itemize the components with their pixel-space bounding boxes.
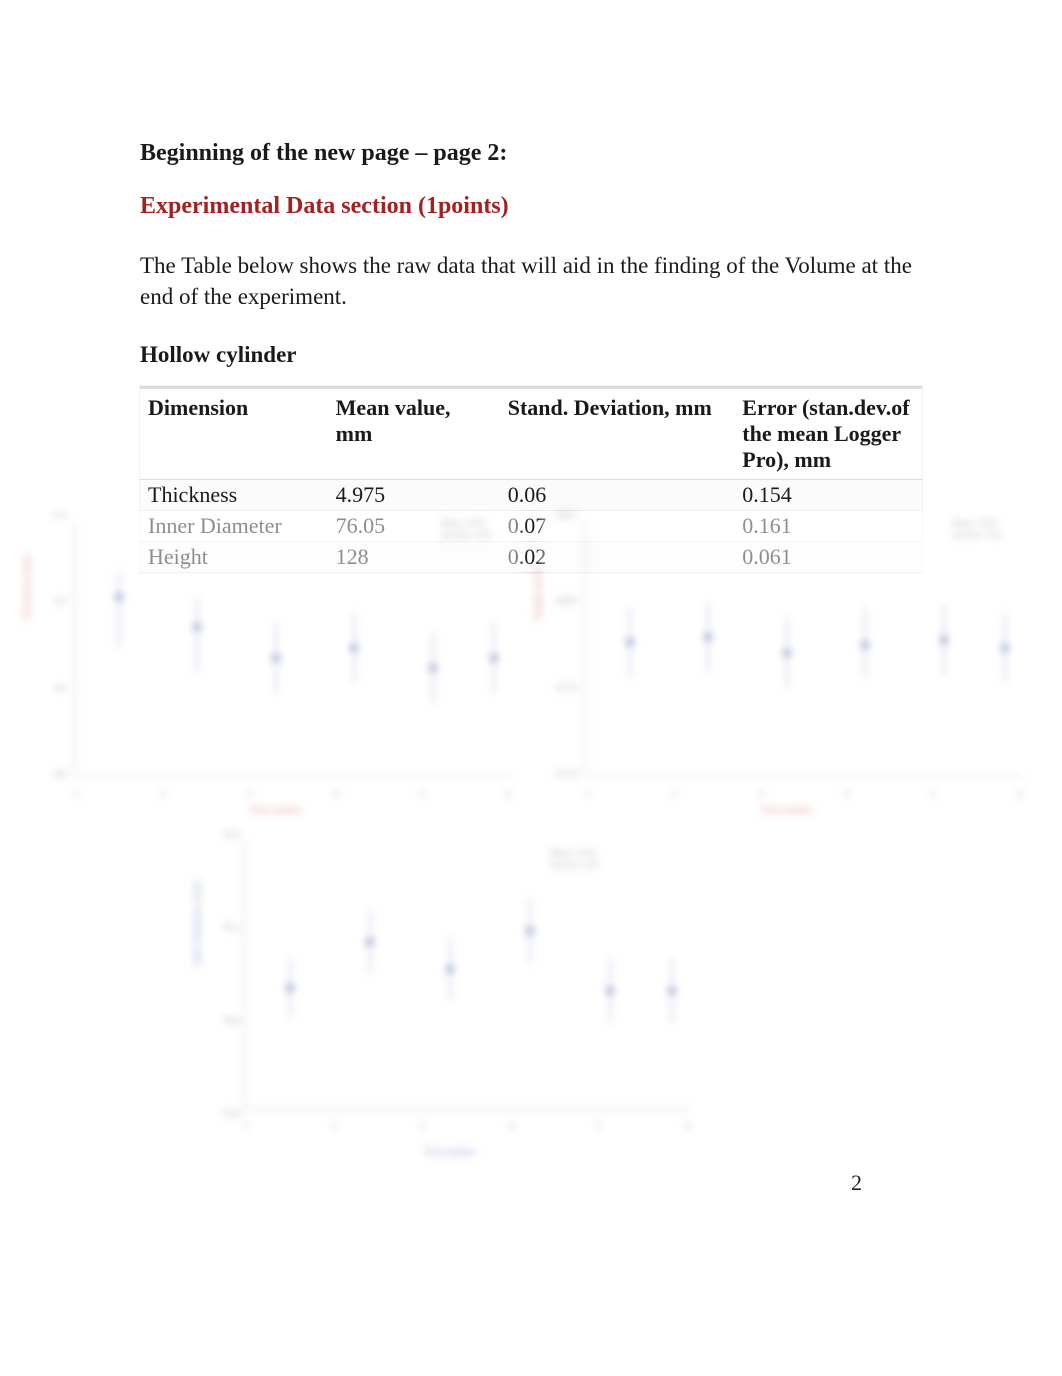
chart-legend: Mean: 128.0 Std Dev: 0.02: [952, 518, 1002, 541]
document-page: Beginning of the new page – page 2: Expe…: [0, 0, 1062, 1376]
table-row: Thickness 4.975 0.06 0.154: [140, 480, 922, 511]
chart-inner-diameter: Inner Diameter (mm) 76.376.176.075.8 123…: [200, 830, 700, 1150]
th-dimension: Dimension: [140, 388, 328, 480]
th-mean: Mean value, mm: [328, 388, 500, 480]
y-axis-ticks: 76.376.176.075.8: [200, 830, 240, 1120]
cell-dimension: Thickness: [140, 480, 328, 511]
th-error: Error (stan.dev.of the mean Logger Pro),…: [734, 388, 922, 480]
section-title: Experimental Data section (1points): [140, 193, 922, 220]
chart-legend: Mean: 4.975 Std Dev: 0.06: [441, 518, 491, 541]
xlabel: Trial number: [760, 805, 812, 816]
x-axis-ticks: 123456: [244, 1121, 690, 1132]
xlabel: Trial number: [200, 1147, 700, 1158]
chart-thickness: Thickness (mm) 5.25.04.94.8: [30, 510, 521, 810]
x-axis-ticks: 123456: [585, 789, 1022, 800]
x-axis-ticks: 123456: [74, 789, 511, 800]
plot-area: [244, 840, 690, 1110]
page-marker-heading: Beginning of the new page – page 2:: [140, 140, 922, 167]
y-axis-ticks: 5.25.04.94.8: [30, 510, 70, 780]
plot-area: [585, 520, 1022, 776]
intro-paragraph: The Table below shows the raw data that …: [140, 250, 922, 312]
th-std: Stand. Deviation, mm: [500, 388, 735, 480]
cell-mean: 4.975: [328, 480, 500, 511]
xlabel: Trial number: [249, 805, 301, 816]
cell-error: 0.154: [734, 480, 922, 511]
table-header-row: Dimension Mean value, mm Stand. Deviatio…: [140, 388, 922, 480]
plot-area: [74, 520, 511, 776]
chart-legend: Mean: 76.05 Std Dev: 0.07: [550, 848, 600, 871]
sub-heading: Hollow cylinder: [140, 342, 922, 368]
chart-height: Height (mm) 128.2128.0127.9127.8: [541, 510, 1032, 810]
page-number: 2: [851, 1170, 862, 1196]
charts-row: Thickness (mm) 5.25.04.94.8: [30, 510, 1032, 810]
y-axis-ticks: 128.2128.0127.9127.8: [541, 510, 581, 780]
cell-std: 0.06: [500, 480, 735, 511]
